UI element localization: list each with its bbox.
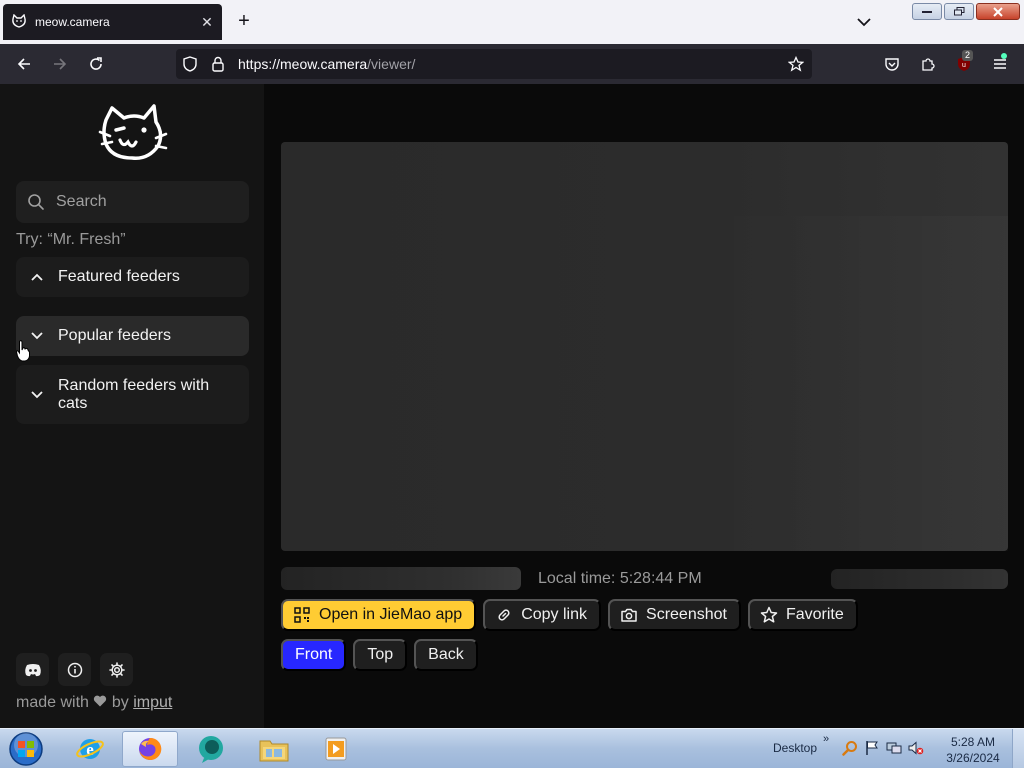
restore-icon[interactable] (944, 3, 974, 20)
clock-time: 5:28 AM (950, 735, 996, 749)
system-clock[interactable]: 5:28 AM 3/26/2024 (940, 734, 1006, 766)
list-all-tabs-icon[interactable] (852, 10, 876, 34)
button-label: Copy link (521, 606, 588, 623)
double-chevron-icon[interactable]: » (823, 733, 829, 745)
close-tab-icon[interactable]: ✕ (196, 11, 218, 33)
lock-icon[interactable] (204, 49, 232, 79)
url-path: /viewer/ (367, 56, 416, 72)
forward-arrow-icon[interactable] (48, 52, 72, 76)
search-icon (16, 181, 56, 223)
shield-icon[interactable] (176, 49, 204, 79)
tab-title: meow.camera (35, 15, 110, 29)
button-label: Screenshot (646, 606, 727, 623)
sidebar: Try: “Mr. Fresh” Featured feeders Popula… (0, 84, 264, 728)
button-label: Favorite (785, 606, 844, 623)
camera-video-player[interactable] (281, 142, 1008, 551)
desktop-toolbar-label[interactable]: Desktop (773, 741, 817, 755)
chat-app-icon[interactable] (184, 731, 240, 767)
extensions-puzzle-icon[interactable] (916, 52, 940, 76)
chevron-up-icon (16, 273, 58, 281)
screenshot-button[interactable]: Screenshot (608, 599, 741, 631)
windows-start-orb-icon[interactable] (6, 731, 46, 767)
clock-date: 3/26/2024 (946, 751, 1000, 765)
viewer-actions: Open in JieMao app Copy link Screenshot … (281, 599, 858, 631)
url-text: https://meow.camera/viewer/ (238, 56, 415, 72)
system-tray (842, 740, 924, 756)
made-with-text: made with (16, 694, 89, 711)
camera-view-selector: Front Top Back (281, 639, 478, 671)
favorite-button[interactable]: Favorite (747, 599, 858, 631)
view-front-button[interactable]: Front (281, 639, 347, 671)
browser-nav-bar: https://meow.camera/viewer/ u 2 (0, 44, 1024, 84)
viewer-main: Local time: 5:28:44 PM Open in JieMao ap… (264, 84, 1024, 728)
pocket-icon[interactable] (880, 52, 904, 76)
minimize-icon[interactable] (912, 3, 942, 20)
link-icon (495, 606, 513, 624)
discord-icon[interactable] (16, 653, 49, 686)
heart-icon (93, 694, 111, 711)
copy-link-button[interactable]: Copy link (483, 599, 602, 631)
search-magnifier-icon[interactable] (842, 740, 858, 756)
extension-count-badge: 2 (962, 50, 974, 61)
network-icon[interactable] (886, 740, 902, 756)
chevron-down-icon (16, 390, 58, 399)
search-input[interactable] (56, 193, 236, 211)
hand-pointer-cursor-icon (15, 340, 30, 362)
video-placeholder-shade (703, 216, 1008, 551)
hamburger-menu-icon[interactable] (988, 52, 1012, 76)
cat-favicon-icon (11, 14, 27, 30)
accordion-label: Featured feeders (58, 268, 180, 285)
window-controls (912, 3, 1020, 20)
volume-muted-icon[interactable] (908, 740, 924, 756)
view-back-button[interactable]: Back (414, 639, 478, 671)
internet-explorer-icon[interactable]: e (62, 731, 118, 767)
feeder-name-skeleton (281, 567, 521, 590)
camera-icon (620, 606, 638, 624)
search-hint: Try: “Mr. Fresh” (16, 231, 126, 248)
close-window-icon[interactable] (976, 3, 1020, 20)
sidebar-footer-icons (16, 653, 133, 686)
show-desktop-button[interactable] (1012, 729, 1024, 768)
new-tab-icon[interactable]: + (233, 10, 255, 32)
accordion-label: Popular feeders (58, 327, 171, 344)
update-indicator-dot (1001, 53, 1007, 59)
by-text: by (111, 694, 129, 711)
accordion-popular-feeders[interactable]: Popular feeders (16, 316, 249, 356)
accordion-featured-feeders[interactable]: Featured feeders (16, 257, 249, 297)
svg-text:u: u (962, 62, 966, 69)
media-player-icon[interactable] (308, 731, 364, 767)
action-center-flag-icon[interactable] (864, 740, 880, 756)
accordion-label: Random feeders with cats (58, 376, 210, 412)
windows-taskbar: e Desktop » 5:28 AM 3/26/2024 (0, 728, 1024, 768)
view-top-button[interactable]: Top (353, 639, 408, 671)
info-icon[interactable] (58, 653, 91, 686)
url-host: https://meow.camera (238, 56, 368, 72)
qr-code-icon (293, 606, 311, 624)
browser-tab[interactable]: meow.camera ✕ (3, 4, 222, 40)
browser-tab-strip: meow.camera ✕ + (0, 0, 1024, 44)
feeder-status-skeleton (831, 569, 1008, 589)
search-box[interactable] (16, 181, 249, 223)
made-with-credit: made with by imput (16, 694, 172, 712)
local-time: Local time: 5:28:44 PM (538, 570, 702, 587)
back-arrow-icon[interactable] (12, 52, 36, 76)
imput-link[interactable]: imput (133, 694, 172, 711)
file-explorer-icon[interactable] (246, 731, 302, 767)
meow-camera-logo[interactable] (98, 102, 168, 166)
bookmark-star-icon[interactable] (784, 52, 808, 76)
settings-gear-icon[interactable] (100, 653, 133, 686)
address-bar[interactable]: https://meow.camera/viewer/ (176, 49, 812, 79)
accordion-random-feeders[interactable]: Random feeders with cats (16, 365, 249, 424)
star-icon (760, 606, 778, 624)
firefox-taskbar-icon[interactable] (122, 731, 178, 767)
button-label: Open in JieMao app (319, 606, 463, 623)
chevron-down-icon (16, 332, 58, 340)
reload-icon[interactable] (84, 52, 108, 76)
open-in-jiemao-app-button[interactable]: Open in JieMao app (281, 599, 477, 631)
